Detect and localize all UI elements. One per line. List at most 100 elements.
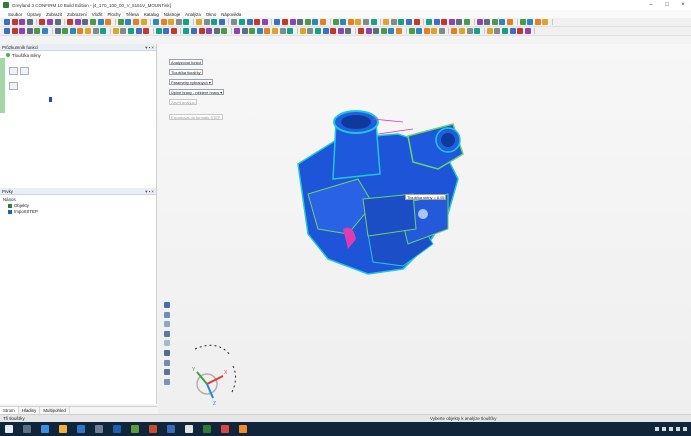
toolbar-tool-icon[interactable] <box>261 19 268 25</box>
toolbar-tool-icon[interactable] <box>155 28 162 34</box>
browser-icon[interactable] <box>41 425 49 433</box>
toolbar-tool-icon[interactable] <box>246 19 253 25</box>
toolbar-tool-icon[interactable] <box>92 28 99 34</box>
toolbar-tool-icon[interactable] <box>264 28 271 34</box>
toolbar-tool-icon[interactable] <box>153 19 160 25</box>
tab-layers[interactable]: Hladiny <box>19 407 41 414</box>
toolbar-tool-icon[interactable] <box>307 28 314 34</box>
toolbar-tool-icon[interactable] <box>484 19 491 25</box>
cad-app-icon[interactable] <box>203 425 211 433</box>
toolbar-tool-icon[interactable] <box>486 28 493 34</box>
toolbar-tool-icon[interactable] <box>239 19 246 25</box>
toolbar-tool-icon[interactable] <box>451 28 458 34</box>
toolbar-tool-icon[interactable] <box>221 28 228 34</box>
toolbar-tool-icon[interactable] <box>534 19 541 25</box>
store-icon[interactable] <box>95 425 103 433</box>
toolbar-tool-icon[interactable] <box>502 28 509 34</box>
toolbar-tool-icon[interactable] <box>34 28 41 34</box>
menu-window[interactable]: Okno <box>206 12 217 17</box>
menu-insert[interactable]: Vložit <box>92 12 103 17</box>
toolbar-tool-icon[interactable] <box>82 19 89 25</box>
menu-analysis[interactable]: Analýza <box>185 12 201 17</box>
mail-icon[interactable] <box>77 425 85 433</box>
toolbar-tool-icon[interactable] <box>4 19 10 25</box>
menu-display[interactable]: Zobrazení <box>67 12 87 17</box>
toolbar-tool-icon[interactable] <box>74 19 81 25</box>
toolbar-tool-icon[interactable] <box>330 28 337 34</box>
toolbar-tool-icon[interactable] <box>69 28 76 34</box>
measure-icon[interactable] <box>164 369 170 376</box>
toolbar-tool-icon[interactable] <box>340 19 347 25</box>
toolbar-tool-icon[interactable] <box>168 19 175 25</box>
network-icon[interactable] <box>676 427 680 431</box>
toolbar-tool-icon[interactable] <box>507 19 514 25</box>
toolbar-tool-icon[interactable] <box>274 19 281 25</box>
toolbar-tool-icon[interactable] <box>388 28 395 34</box>
toolbar-tool-icon[interactable] <box>183 19 190 25</box>
tab-multiview[interactable]: Multipohled <box>40 407 70 414</box>
toolbar-tool-icon[interactable] <box>337 28 344 34</box>
maximize-button[interactable]: □ <box>659 0 675 10</box>
toolbar-tool-icon[interactable] <box>140 19 147 25</box>
toolbar-tool-icon[interactable] <box>198 28 205 34</box>
toolbar-tool-icon[interactable] <box>494 28 501 34</box>
toolbar-tool-icon[interactable] <box>97 19 104 25</box>
toolbar-tool-icon[interactable] <box>362 19 369 25</box>
toolbar-tool-icon[interactable] <box>203 19 210 25</box>
toolbar-tool-icon[interactable] <box>84 28 91 34</box>
settings-icon[interactable] <box>164 378 170 385</box>
toolbar-tool-icon[interactable] <box>365 28 372 34</box>
toolbar-tool-icon[interactable] <box>527 19 534 25</box>
toolbar-tool-icon[interactable] <box>11 19 18 25</box>
toolbar-tool-icon[interactable] <box>272 28 278 34</box>
toolbar-tool-icon[interactable] <box>4 28 10 34</box>
toolbar-tool-icon[interactable] <box>408 28 415 34</box>
menu-catalog[interactable]: Katalog <box>144 12 159 17</box>
toolbar-tool-icon[interactable] <box>459 28 466 34</box>
toolbar-tool-icon[interactable] <box>19 28 26 34</box>
toolbar-tool-icon[interactable] <box>509 28 516 34</box>
toolbar-tool-icon[interactable] <box>416 28 423 34</box>
toolbar-tool-icon[interactable] <box>54 19 61 25</box>
toolbar-tool-icon[interactable] <box>231 19 238 25</box>
toolbar-tool-icon[interactable] <box>77 28 84 34</box>
toolbar-tool-icon[interactable] <box>67 19 74 25</box>
section-icon[interactable] <box>164 359 170 366</box>
toolbar-tool-icon[interactable] <box>438 28 445 34</box>
app-icon[interactable] <box>167 425 175 433</box>
panel-pin-icon[interactable]: ▾ ▪ × <box>145 188 154 195</box>
toolbar-tool-icon[interactable] <box>54 28 61 34</box>
toolbar-tool-icon[interactable] <box>175 19 182 25</box>
toolbar-tool-icon[interactable] <box>46 19 53 25</box>
toolbar-tool-icon[interactable] <box>89 19 96 25</box>
toolbar-tool-icon[interactable] <box>347 19 354 25</box>
toolbar-tool-icon[interactable] <box>289 19 296 25</box>
toolbar-tool-icon[interactable] <box>345 28 352 34</box>
toolbar-tool-icon[interactable] <box>357 28 364 34</box>
toolbar-tool-icon[interactable] <box>211 19 218 25</box>
panel-pin-icon[interactable]: ▾ ▪ × <box>145 44 154 51</box>
close-button[interactable]: × <box>675 0 691 10</box>
toolbar-tool-icon[interactable] <box>26 19 33 25</box>
toolbar-tool-icon[interactable] <box>413 19 420 25</box>
toolbar-tool-icon[interactable] <box>254 19 261 25</box>
tree-node-import[interactable]: ImportSTEP <box>0 208 156 214</box>
toolbar-tool-icon[interactable] <box>395 28 402 34</box>
toolbar-tool-icon[interactable] <box>297 19 304 25</box>
toolbar-tool-icon[interactable] <box>304 19 311 25</box>
toolbar-tool-icon[interactable] <box>314 28 321 34</box>
app-icon[interactable] <box>221 425 229 433</box>
toolbar-tool-icon[interactable] <box>491 19 498 25</box>
toolbar-tool-icon[interactable] <box>287 28 294 34</box>
toolbar-tool-icon[interactable] <box>524 28 531 34</box>
toolbar-tool-icon[interactable] <box>426 19 433 25</box>
tab-tree[interactable]: Strom <box>0 407 19 414</box>
excel-icon[interactable] <box>131 425 139 433</box>
toolbar-tool-icon[interactable] <box>112 28 119 34</box>
layers-icon[interactable] <box>9 82 18 90</box>
feature-row-wall-thickness[interactable]: Tloušťka stěny <box>0 51 156 58</box>
toolbar-tool-icon[interactable] <box>218 19 225 25</box>
toolbar-tool-icon[interactable] <box>282 19 288 25</box>
toolbar-tool-icon[interactable] <box>206 28 213 34</box>
axis-gizmo[interactable]: X Y Z <box>183 334 243 414</box>
